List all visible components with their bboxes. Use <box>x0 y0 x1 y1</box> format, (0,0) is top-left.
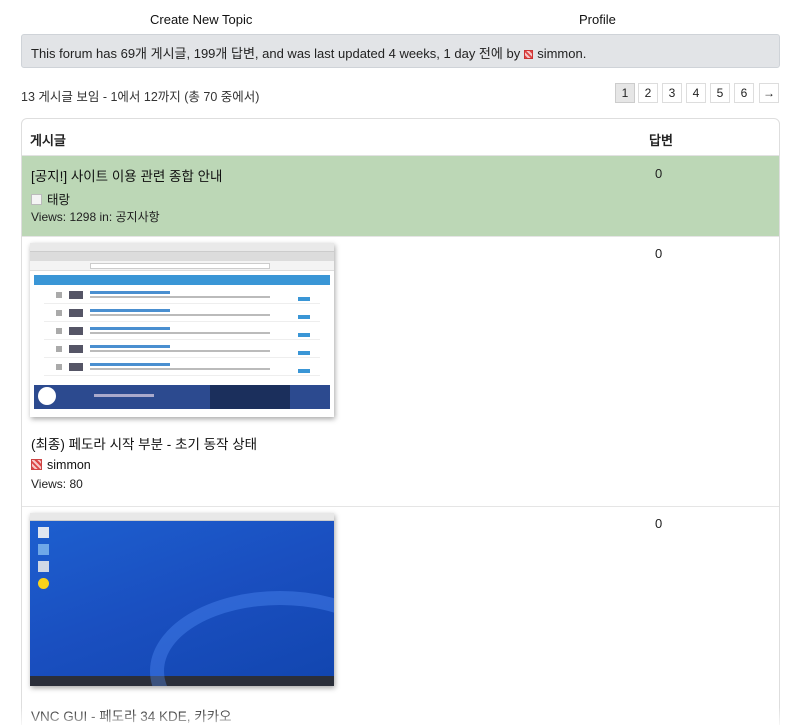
desktop-folder-icon <box>38 544 49 555</box>
author-link[interactable]: 태랑 <box>47 193 70 207</box>
table-header: 게시글 답변 <box>22 119 779 156</box>
desktop-computer-icon <box>38 527 49 538</box>
topics-table: 게시글 답변 [공지!] 사이트 이용 관련 종합 안내 0 태랑 Views:… <box>21 118 780 725</box>
thumb-site-menu <box>34 275 330 285</box>
page-3-link[interactable]: 3 <box>662 83 682 103</box>
thumb-desktop-area <box>30 521 334 686</box>
thumb-url-bar <box>30 261 334 271</box>
fedora-logo-icon <box>38 387 56 405</box>
table-row: [공지!] 사이트 이용 관련 종합 안내 0 태랑 Views: 1298 i… <box>22 156 779 237</box>
table-row: 0 VNC GUI - 페도라 34 KDE, 카카오 <box>22 507 779 725</box>
author-avatar-icon <box>31 459 42 470</box>
topic-author: simmon <box>31 458 91 472</box>
thumb-list-item <box>44 343 320 358</box>
thumb-list-item <box>44 307 320 322</box>
thumb-footer-banner <box>34 385 330 409</box>
thumb-topic-list <box>44 289 320 379</box>
topic-views: Views: 80 <box>31 477 83 491</box>
thumb-page-bottom <box>30 409 334 417</box>
notice-end: . <box>582 46 587 61</box>
thumb-list-item <box>44 289 320 304</box>
topic-title-link[interactable]: (최종) 페도라 시작 부분 - 초기 동작 상태 <box>31 433 257 453</box>
top-nav: Create New Topic Profile <box>0 0 792 36</box>
create-new-topic-link[interactable]: Create New Topic <box>150 12 252 27</box>
desktop-trash-icon <box>38 561 49 572</box>
thumb-list-item <box>44 325 320 340</box>
topic-count-text: 13 게시글 보임 - 1에서 12까지 (총 70 중에서) <box>21 90 260 104</box>
forum-info-notice: This forum has 69개 게시글, 199개 답변, and was… <box>21 34 780 68</box>
topic-author: 태랑 <box>31 189 70 208</box>
page-1-current: 1 <box>615 83 635 103</box>
author-avatar-icon <box>31 194 42 205</box>
page-2-link[interactable]: 2 <box>638 83 658 103</box>
table-row: 0 (최종) 페도라 시작 부분 - 초기 동작 상태 simmon Views… <box>22 237 779 507</box>
page-5-link[interactable]: 5 <box>710 83 730 103</box>
topic-thumbnail-desktop-image[interactable] <box>30 513 334 686</box>
author-link[interactable]: simmon <box>47 458 91 472</box>
kakaotalk-icon <box>38 578 49 589</box>
topic-thumbnail-browser-image[interactable] <box>30 243 334 417</box>
next-page-arrow-icon[interactable]: → <box>759 83 779 103</box>
topic-title-link[interactable]: [공지!] 사이트 이용 관련 종합 안내 <box>31 165 222 185</box>
column-header-replies: 답변 <box>649 133 673 148</box>
notice-text: This forum has 69개 게시글, 199개 답변, and was… <box>31 46 521 61</box>
page-4-link[interactable]: 4 <box>686 83 706 103</box>
reply-count: 0 <box>655 516 663 531</box>
user-avatar-icon <box>524 50 534 59</box>
profile-link[interactable]: Profile <box>579 12 616 27</box>
reply-count: 0 <box>655 246 663 261</box>
thumb-tab-bar <box>30 252 334 261</box>
thumb-window-titlebar <box>30 513 334 521</box>
thumb-window-titlebar <box>30 243 334 252</box>
topic-views: Views: 1298 in: 공지사항 <box>31 210 160 224</box>
page-6-link[interactable]: 6 <box>734 83 754 103</box>
topic-title-link[interactable]: VNC GUI - 페도라 34 KDE, 카카오 <box>31 705 232 725</box>
last-updater-link[interactable]: simmon <box>537 46 583 61</box>
thumb-list-item <box>44 361 320 376</box>
column-header-topic: 게시글 <box>30 133 66 148</box>
reply-count: 0 <box>655 166 663 181</box>
